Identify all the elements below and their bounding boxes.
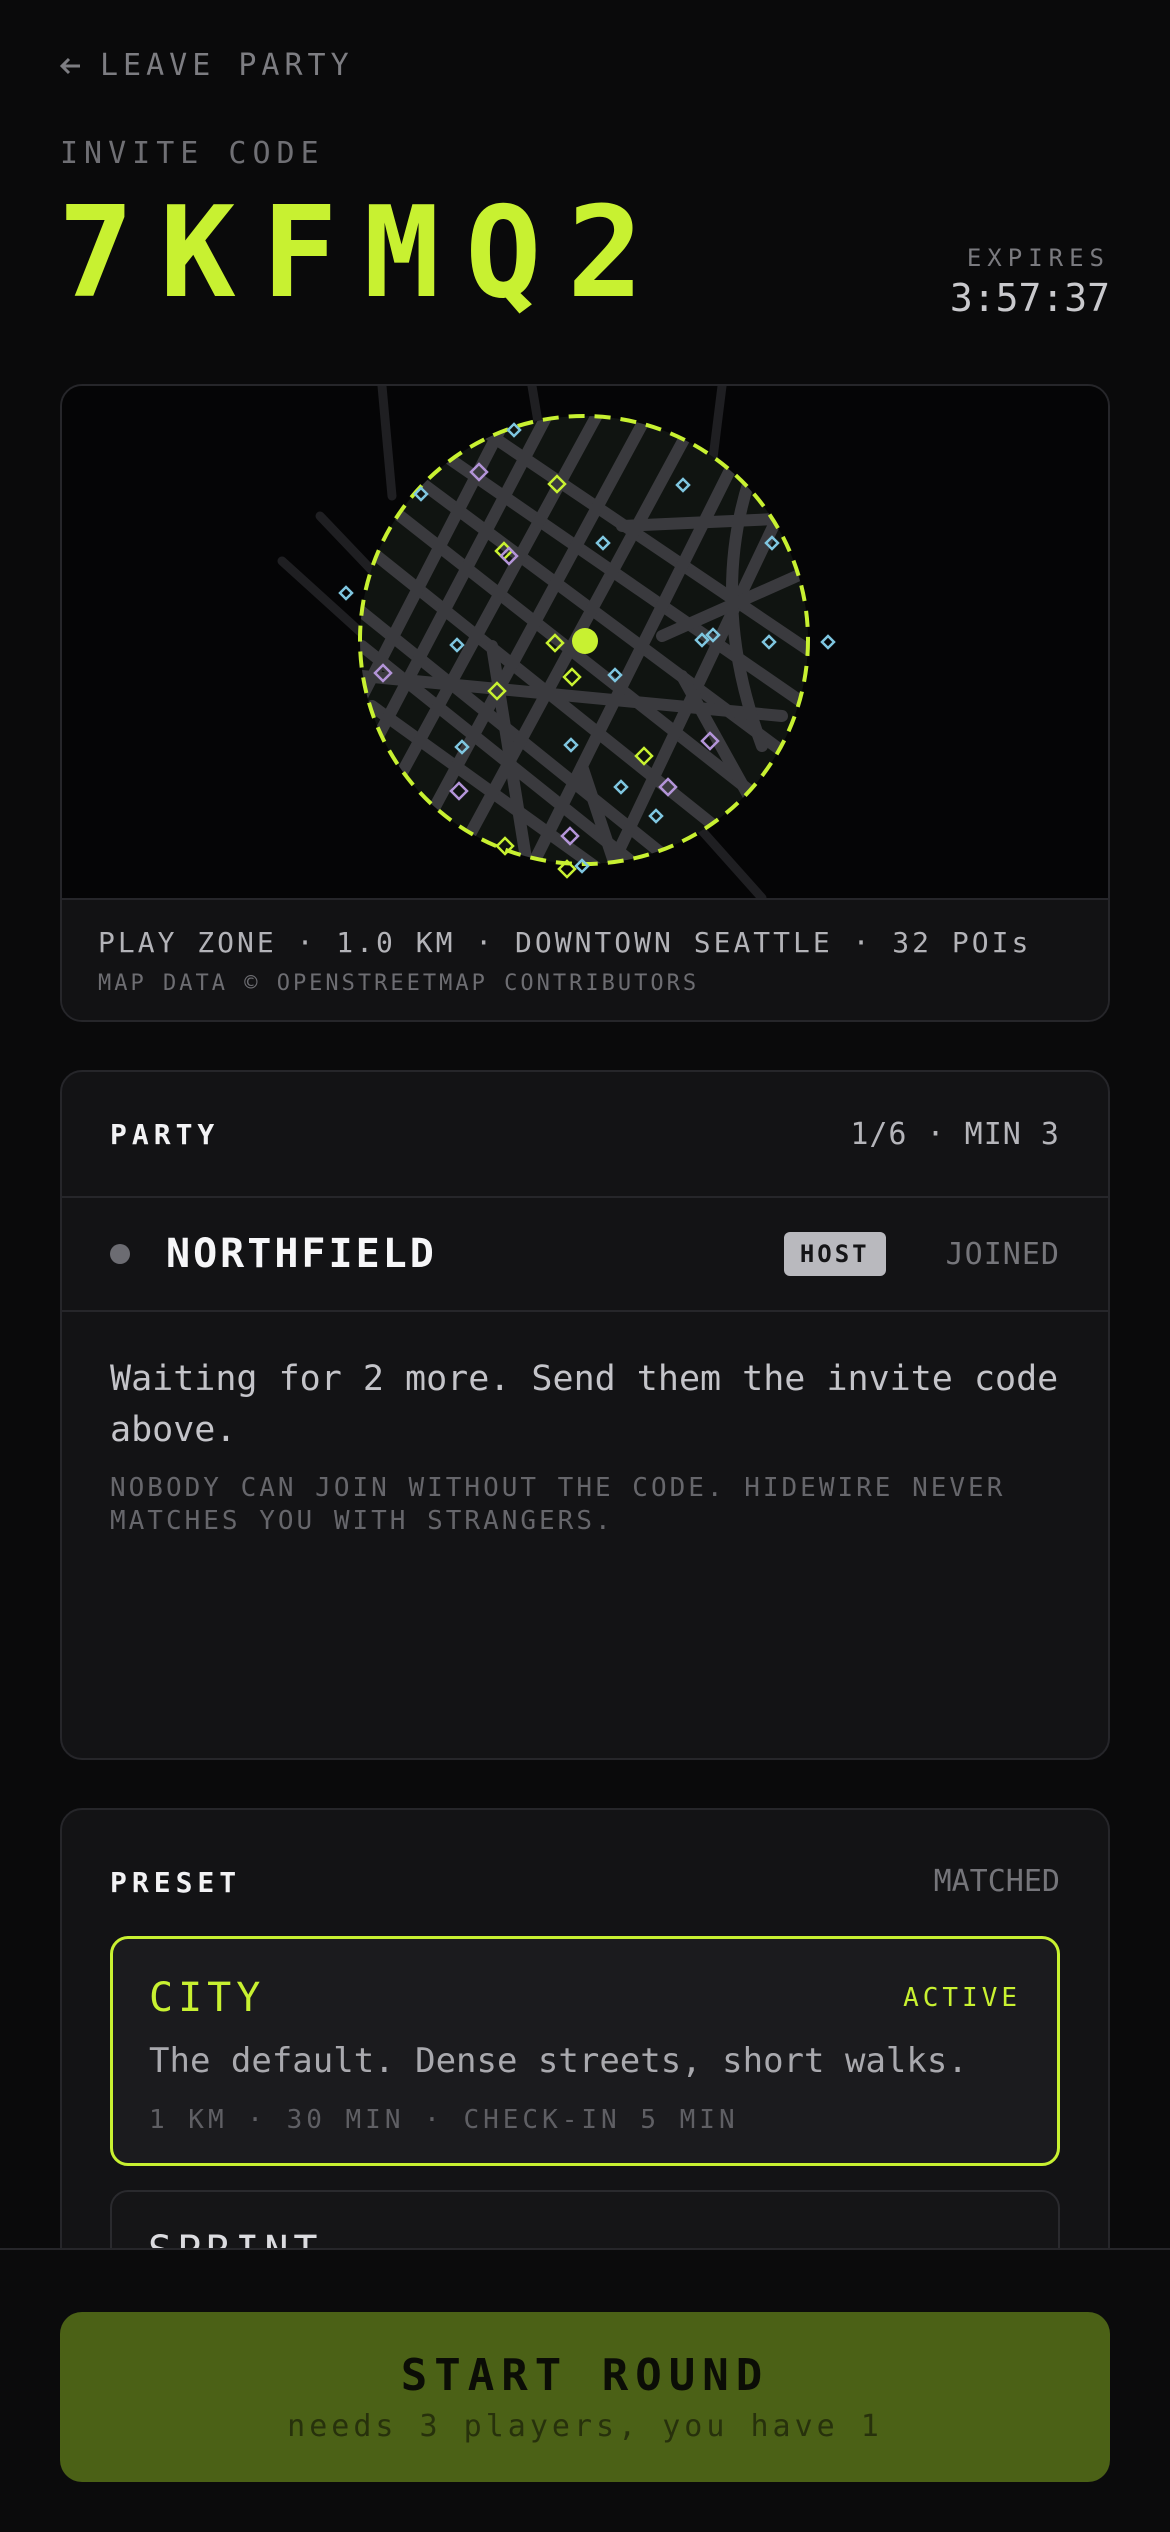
arrow-left-icon [60,57,80,74]
bottom-action-bar: START ROUND needs 3 players, you have 1 [0,2248,1170,2532]
expires-label: EXPIRES [966,244,1110,272]
map-info: PLAY ZONE · 1.0 KM · DOWNTOWN SEATTLE · … [62,898,1108,1020]
start-round-label: START ROUND [400,2350,770,2401]
invite-code[interactable]: 7KFMQ2 [58,190,669,316]
poi-marker[interactable] [338,585,354,601]
party-card: PARTY 1/6 · MIN 3 NORTHFIELD HOST JOINED… [60,1070,1110,1760]
play-zone-map-card: PLAY ZONE · 1.0 KM · DOWNTOWN SEATTLE · … [60,384,1110,1022]
leave-party-button[interactable]: LEAVE PARTY [60,48,354,83]
preset-status: MATCHED [933,1864,1060,1899]
member-status-dot [110,1244,130,1264]
member-name: NORTHFIELD [166,1231,437,1277]
privacy-note: NOBODY CAN JOIN WITHOUT THE CODE. HIDEWI… [110,1473,1006,1536]
preset-option-city[interactable]: CITY ACTIVE The default. Dense streets, … [110,1936,1060,2166]
preset-title: PRESET [110,1866,242,1899]
expires-value: 3:57:37 [949,276,1110,320]
active-badge: ACTIVE [903,1983,1021,2013]
host-badge: HOST [783,1232,886,1276]
party-count: 1/6 · MIN 3 [850,1116,1060,1152]
play-zone-summary: PLAY ZONE · 1.0 KM · DOWNTOWN SEATTLE · … [98,926,1032,959]
expires-timer: EXPIRES 3:57:37 [950,244,1110,320]
preset-description: The default. Dense streets, short walks. [149,2041,968,2081]
poi-marker[interactable] [820,634,836,650]
map-svg [277,386,836,903]
map-attribution: MAP DATA © OPENSTREETMAP CONTRIBUTORS [98,971,700,996]
player-location-dot [572,628,598,654]
invite-code-label: INVITE CODE [60,136,325,171]
member-row: NORTHFIELD HOST JOINED [62,1198,1108,1312]
waiting-message: Waiting for 2 more. Send them the invite… [110,1359,1059,1450]
party-header: PARTY 1/6 · MIN 3 [62,1072,1108,1198]
play-zone-map[interactable] [62,386,1108,903]
party-title: PARTY [110,1117,220,1151]
leave-party-label: LEAVE PARTY [100,48,354,83]
member-status: JOINED [945,1236,1060,1272]
preset-meta: 1 KM · 30 MIN · CHECK-IN 5 MIN [149,2105,739,2135]
preset-name: CITY [149,1975,266,2021]
start-round-requirement: needs 3 players, you have 1 [287,2409,883,2444]
start-round-button[interactable]: START ROUND needs 3 players, you have 1 [60,2312,1110,2482]
